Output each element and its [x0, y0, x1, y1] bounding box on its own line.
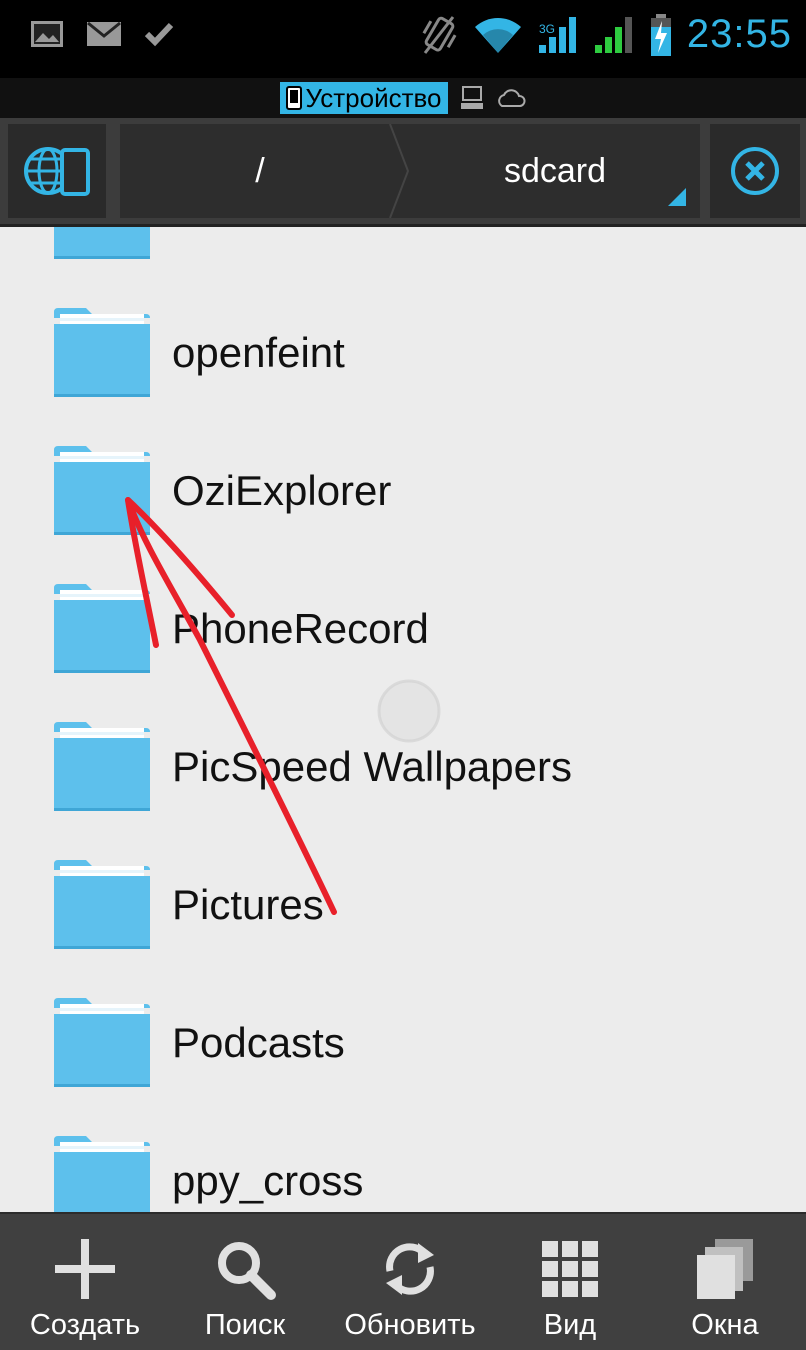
create-button[interactable]: Создать — [10, 1214, 160, 1350]
battery-charging-icon — [650, 13, 671, 56]
cloud-icon[interactable] — [496, 86, 526, 110]
folder-icon — [54, 1136, 150, 1212]
search-button-label: Поиск — [204, 1309, 286, 1341]
breadcrumb-sdcard[interactable]: sdcard — [410, 124, 700, 218]
file-list-item[interactable]: openfeint — [0, 284, 806, 422]
network-button[interactable] — [8, 124, 106, 218]
refresh-button[interactable]: Обновить — [330, 1214, 490, 1350]
folder-icon — [54, 308, 150, 397]
create-button-label: Создать — [29, 1309, 141, 1341]
folder-icon — [54, 227, 150, 259]
plus-icon — [55, 1239, 115, 1299]
breadcrumb-sdcard-label: sdcard — [503, 151, 607, 190]
grid-icon — [542, 1241, 598, 1297]
check-icon — [144, 22, 174, 47]
folder-name: PicSpeed Wallpapers — [172, 743, 572, 790]
folder-icon — [54, 584, 150, 673]
folder-name: openfeint — [172, 329, 345, 376]
refresh-button-label: Обновить — [344, 1309, 476, 1341]
computer-icon[interactable] — [460, 85, 484, 111]
windows-button-label: Окна — [691, 1309, 759, 1341]
view-button-label: Вид — [543, 1309, 597, 1341]
mail-icon — [87, 21, 121, 46]
file-list-item[interactable]: ppy_cross — [0, 1112, 806, 1212]
file-list-item[interactable]: Podcasts — [0, 974, 806, 1112]
close-path-button[interactable] — [710, 124, 800, 218]
close-circle-icon — [731, 147, 779, 195]
folder-name: OziExplorer — [172, 467, 392, 514]
file-list-item[interactable]: OziExplorer — [0, 422, 806, 560]
dropdown-corner-icon — [668, 188, 686, 206]
search-button[interactable]: Поиск — [170, 1214, 320, 1350]
wifi-icon — [474, 17, 521, 53]
phone-icon — [286, 86, 303, 110]
signal-icon — [594, 16, 632, 53]
loading-indicator — [377, 679, 441, 743]
clock: 23:55 — [686, 12, 792, 56]
folder-icon — [54, 998, 150, 1087]
status-bar: 3G 23:55 — [0, 0, 806, 78]
windows-icon — [697, 1239, 753, 1299]
globe-device-icon — [24, 147, 90, 196]
folder-icon — [54, 722, 150, 811]
location-switcher: Устройство — [0, 78, 806, 118]
search-icon — [218, 1242, 276, 1300]
file-list-item[interactable] — [0, 227, 806, 284]
folder-name: Podcasts — [172, 1019, 345, 1066]
folder-name: ppy_cross — [172, 1157, 364, 1204]
path-toolbar: / sdcard — [0, 118, 806, 227]
breadcrumb: / sdcard — [120, 124, 700, 218]
location-device-tab[interactable]: Устройство — [280, 82, 448, 114]
windows-button[interactable]: Окна — [650, 1214, 800, 1350]
breadcrumb-root[interactable]: / — [120, 124, 400, 218]
signal-icon: 3G — [538, 16, 576, 53]
breadcrumb-separator — [389, 124, 410, 218]
folder-icon — [54, 446, 150, 535]
location-device-label: Устройство — [305, 82, 442, 113]
folder-name: Pictures — [172, 881, 324, 928]
breadcrumb-root-label: / — [255, 151, 265, 190]
svg-text:3G: 3G — [539, 22, 555, 36]
notification-icons — [30, 20, 174, 48]
file-list-item[interactable]: Pictures — [0, 836, 806, 974]
folder-icon — [54, 860, 150, 949]
refresh-icon — [386, 1243, 434, 1295]
gallery-icon — [31, 21, 63, 47]
vibrate-icon — [422, 15, 457, 54]
view-button[interactable]: Вид — [500, 1214, 640, 1350]
system-icons: 3G 23:55 — [419, 12, 792, 57]
bottom-action-bar: Создать Поиск Обновить Вид Окна — [0, 1212, 806, 1350]
